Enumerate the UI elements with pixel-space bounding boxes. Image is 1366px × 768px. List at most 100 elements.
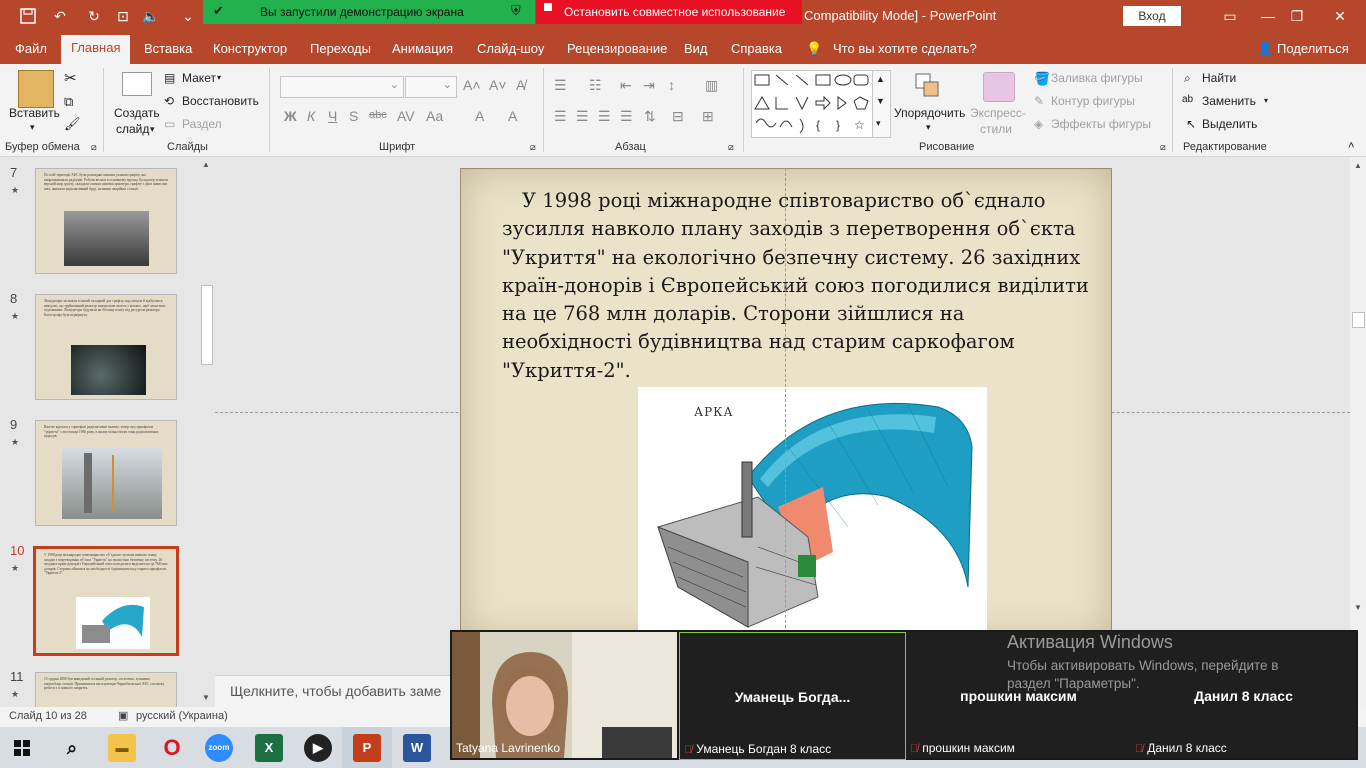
paste-button[interactable]: Вставить	[9, 106, 60, 120]
save-icon[interactable]	[18, 6, 38, 26]
new-slide-button[interactable]: Создать	[114, 106, 160, 120]
replace-button[interactable]: Заменить	[1202, 94, 1256, 108]
arrange-button[interactable]: Упорядочить	[894, 106, 965, 120]
tab-transitions[interactable]: Переходы	[310, 41, 371, 56]
slide-scrollbar[interactable]: ▲ ▼	[1350, 157, 1366, 707]
font-launcher-icon[interactable]: ⧄	[530, 142, 536, 153]
windows-start-icon[interactable]	[14, 740, 30, 759]
decrease-indent-icon[interactable]: ⇤	[620, 77, 632, 94]
shadow-button[interactable]: S	[349, 108, 358, 124]
slide-thumbnail-9[interactable]: Вже не вдалося у саркофазі радіоактивне …	[35, 420, 177, 526]
reset-button[interactable]: Восстановить	[182, 94, 259, 108]
format-painter-icon[interactable]: 🖌	[64, 116, 81, 132]
tab-home[interactable]: Главная	[61, 35, 131, 64]
tab-review[interactable]: Рецензирование	[567, 41, 667, 56]
align-text-icon[interactable]: ⊟	[672, 108, 684, 125]
paste-icon[interactable]	[18, 70, 54, 108]
search-icon[interactable]: ⌕	[58, 734, 86, 762]
chevron-up-icon[interactable]: ▲	[876, 74, 885, 84]
stop-share-button[interactable]: Остановить совместное использование	[536, 0, 802, 24]
quick-styles-icon[interactable]	[983, 72, 1015, 102]
shape-effects-button[interactable]: Эффекты фигуры	[1051, 117, 1151, 131]
shrink-font-icon[interactable]: A˅	[489, 77, 507, 93]
tab-animations[interactable]: Анимация	[392, 41, 453, 56]
minimize-icon[interactable]: —	[1253, 6, 1283, 26]
close-icon[interactable]: ✕	[1325, 6, 1355, 26]
new-slide-dropdown-icon[interactable]: ▾	[150, 124, 155, 135]
underline-button[interactable]: Ч	[328, 108, 337, 124]
paragraph-launcher-icon[interactable]: ⧄	[728, 142, 734, 153]
numbering-icon[interactable]: ☷	[589, 77, 602, 94]
layout-dropdown-icon[interactable]: ▾	[217, 73, 221, 82]
smartart-icon[interactable]: ⊞	[702, 108, 714, 125]
change-case-icon[interactable]: Aa	[426, 108, 443, 124]
tab-file[interactable]: Файл	[15, 41, 47, 56]
quick-styles-label[interactable]: стили	[980, 122, 1012, 136]
italic-button[interactable]: К	[307, 108, 315, 124]
slide-thumbnail-11[interactable]: 15 грудня 2000 був виведений останній ре…	[35, 672, 177, 709]
restore-icon[interactable]: ❐	[1282, 6, 1312, 26]
select-button[interactable]: Выделить	[1202, 117, 1257, 131]
align-left-icon[interactable]: ☰	[554, 108, 567, 125]
slide-thumbnail-7[interactable]: По всій території АЕС були розкидані шма…	[35, 168, 177, 274]
spacing-icon[interactable]: AV	[397, 108, 415, 124]
arrange-icon[interactable]	[914, 72, 942, 100]
section-button[interactable]: Раздел	[182, 117, 222, 131]
shape-outline-button[interactable]: Контур фигуры	[1051, 94, 1135, 108]
tell-me-input[interactable]: Что вы хотите сделать?	[833, 41, 977, 56]
strikethrough-button[interactable]: abc	[369, 109, 387, 121]
font-name-combo[interactable]: ⌄	[280, 76, 404, 98]
columns-icon[interactable]: ▥	[705, 77, 718, 94]
redo-icon[interactable]: ↻	[84, 6, 104, 26]
layout-button[interactable]: Макет	[182, 71, 216, 85]
scroll-up-icon[interactable]: ▲	[1354, 161, 1362, 170]
sound-icon[interactable]: 🔈	[141, 6, 161, 26]
scroll-thumb[interactable]	[201, 285, 213, 365]
shapes-gallery[interactable]: {} ☆	[751, 70, 873, 138]
powerpoint-icon[interactable]: P	[353, 734, 381, 762]
zoom-icon[interactable]: zoom	[205, 734, 233, 762]
align-center-icon[interactable]: ☰	[576, 108, 589, 125]
bold-button[interactable]: Ж	[284, 108, 297, 124]
clipboard-launcher-icon[interactable]: ⧄	[91, 142, 97, 153]
paste-dropdown-icon[interactable]: ▾	[30, 122, 35, 133]
tab-insert[interactable]: Вставка	[144, 41, 192, 56]
highlight-icon[interactable]: A	[508, 108, 517, 124]
scroll-down-icon[interactable]: ▼	[1354, 603, 1362, 612]
opera-icon[interactable]: O	[158, 734, 186, 762]
proofing-icon[interactable]: ▣	[118, 709, 128, 722]
cut-icon[interactable]: ✂	[64, 69, 77, 87]
find-button[interactable]: Найти	[1202, 71, 1236, 85]
arrange-dropdown-icon[interactable]: ▾	[926, 122, 931, 133]
align-right-icon[interactable]: ☰	[598, 108, 611, 125]
drawing-launcher-icon[interactable]: ⧄	[1160, 142, 1166, 153]
shapes-scroll[interactable]: ▲ ▼ ▾	[872, 70, 891, 138]
thumbnail-scrollbar[interactable]: ▲ ▼	[198, 157, 214, 707]
scroll-down-icon[interactable]: ▼	[202, 693, 210, 702]
copy-icon[interactable]: ⧉	[64, 94, 73, 110]
font-color-icon[interactable]: A	[475, 108, 484, 124]
chevron-down-icon[interactable]: ▼	[876, 96, 885, 106]
increase-indent-icon[interactable]: ⇥	[643, 77, 655, 94]
justify-icon[interactable]: ☰	[620, 108, 633, 125]
excel-icon[interactable]: X	[255, 734, 283, 762]
tab-design[interactable]: Конструктор	[213, 41, 287, 56]
shape-fill-button[interactable]: Заливка фигуры	[1051, 71, 1143, 85]
slide-thumbnail-10[interactable]: У 1998 році міжнародне співтовариство об…	[33, 546, 179, 656]
signin-button[interactable]: Вход	[1123, 6, 1181, 26]
present-icon[interactable]: ⊡	[113, 6, 133, 26]
replace-dropdown-icon[interactable]: ▾	[1264, 96, 1268, 105]
participant-tile[interactable]: Уманець Богда... 🎙̸ Уманець Богдан 8 клас…	[679, 632, 906, 760]
clear-format-icon[interactable]: A̸	[516, 77, 525, 93]
arch-image[interactable]: АРКА	[638, 387, 987, 639]
collapse-ribbon-icon[interactable]: ˄	[1348, 140, 1354, 152]
scroll-up-icon[interactable]: ▲	[202, 160, 210, 169]
slide-body-text[interactable]: У 1998 році міжнародне співтовариство об…	[502, 187, 1094, 385]
ribbon-display-icon[interactable]: ▭	[1215, 6, 1245, 26]
tab-slideshow[interactable]: Слайд-шоу	[477, 41, 544, 56]
file-explorer-icon[interactable]: ▬	[108, 734, 136, 762]
tab-view[interactable]: Вид	[684, 41, 708, 56]
quick-styles-button[interactable]: Экспресс-	[970, 106, 1026, 120]
new-slide-icon[interactable]	[122, 72, 152, 96]
share-button[interactable]: Поделиться	[1277, 41, 1349, 56]
